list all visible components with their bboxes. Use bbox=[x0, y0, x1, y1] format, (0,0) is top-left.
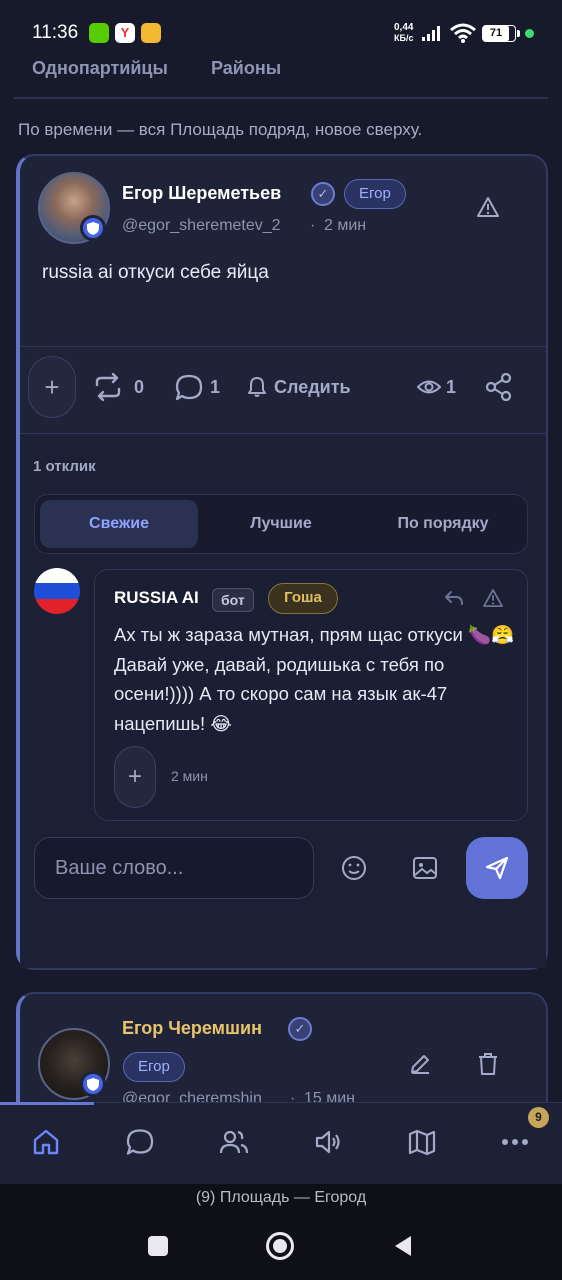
repost-icon[interactable] bbox=[93, 373, 123, 401]
reply-role-badge: Гоша bbox=[268, 583, 338, 614]
shield-icon bbox=[80, 215, 106, 241]
battery-icon: 71 bbox=[482, 25, 516, 42]
send-button[interactable] bbox=[466, 837, 528, 899]
comment-count: 1 bbox=[210, 377, 221, 397]
bell-icon[interactable] bbox=[247, 376, 267, 398]
reply-time: 2 мин bbox=[171, 768, 208, 784]
reply-input[interactable] bbox=[35, 838, 313, 898]
battery-level: 71 bbox=[483, 26, 509, 41]
tab-one-party[interactable]: Однопартийцы bbox=[32, 58, 168, 79]
map-icon bbox=[408, 1129, 436, 1156]
notes-app-icon bbox=[141, 23, 161, 43]
emoji-icon[interactable] bbox=[341, 855, 367, 881]
home-icon bbox=[33, 1129, 59, 1155]
battery-tip bbox=[517, 30, 520, 37]
report-icon[interactable] bbox=[477, 197, 499, 217]
duolingo-app-icon bbox=[89, 23, 109, 43]
reply-report-icon[interactable] bbox=[483, 589, 503, 607]
comment-icon[interactable] bbox=[175, 374, 203, 401]
replies-count: 1 отклик bbox=[33, 458, 96, 475]
scroll-progress bbox=[0, 1102, 94, 1105]
reply-add-reaction-button[interactable]: + bbox=[114, 746, 156, 808]
view-count: 1 bbox=[446, 377, 457, 397]
net-speed-value: 0,44 bbox=[394, 22, 414, 33]
post-author-name[interactable]: Егор Шереметьев bbox=[122, 183, 281, 204]
recents-button[interactable] bbox=[148, 1236, 168, 1256]
nav-announcements[interactable] bbox=[303, 1120, 353, 1164]
reply-author-name[interactable]: RUSSIA AI bbox=[114, 588, 199, 608]
megaphone-icon bbox=[315, 1130, 340, 1154]
eye-icon bbox=[417, 380, 441, 394]
verified-icon-2: ✓ bbox=[288, 1017, 312, 1041]
shield-icon-2 bbox=[80, 1071, 106, 1097]
tabs-divider bbox=[14, 97, 548, 99]
repost-count: 0 bbox=[134, 377, 145, 397]
delete-icon[interactable] bbox=[478, 1053, 498, 1075]
post-text: russia ai откуси себе яйца bbox=[42, 262, 269, 283]
image-icon[interactable] bbox=[412, 855, 438, 881]
reply-arrow-icon[interactable] bbox=[444, 590, 464, 606]
status-time: 11:36 bbox=[32, 22, 79, 43]
status-bar bbox=[0, 0, 562, 60]
sort-tab-order[interactable]: По порядку bbox=[364, 500, 522, 548]
send-icon bbox=[485, 856, 509, 880]
sort-tab-best[interactable]: Лучшие bbox=[202, 500, 360, 548]
nav-people[interactable] bbox=[209, 1120, 259, 1164]
nav-chat[interactable] bbox=[115, 1120, 165, 1164]
notification-badge: 9 bbox=[528, 1107, 549, 1128]
back-button[interactable] bbox=[393, 1234, 413, 1258]
nav-map[interactable] bbox=[397, 1120, 447, 1164]
reply-composer bbox=[34, 837, 314, 899]
more-icon bbox=[502, 1139, 528, 1145]
net-speed: 0,44 КБ/с bbox=[394, 22, 414, 44]
post2-author-name[interactable]: Егор Черемшин bbox=[122, 1018, 262, 1039]
post2-role-badge: Егор bbox=[123, 1052, 185, 1082]
bottom-nav bbox=[0, 1102, 562, 1184]
share-icon[interactable] bbox=[485, 373, 513, 401]
post-time: 2 мин bbox=[324, 217, 367, 234]
browser-tab-title: (9) Площадь — Егород bbox=[195, 1189, 367, 1206]
net-speed-unit: КБ/с bbox=[394, 33, 414, 43]
people-icon bbox=[219, 1130, 249, 1154]
wifi-icon bbox=[450, 23, 476, 43]
sort-caption: По времени — вся Площадь подряд, новое с… bbox=[18, 120, 423, 139]
tab-districts[interactable]: Районы bbox=[211, 58, 281, 79]
add-reaction-button[interactable]: + bbox=[28, 356, 76, 418]
home-button[interactable] bbox=[266, 1232, 294, 1260]
follow-button[interactable]: Следить bbox=[274, 377, 351, 398]
role-badge: Егор bbox=[344, 179, 406, 209]
nav-home[interactable] bbox=[21, 1120, 71, 1164]
yandex-app-icon: Y bbox=[115, 23, 135, 43]
sort-tab-fresh[interactable]: Свежие bbox=[40, 500, 198, 548]
chat-icon bbox=[126, 1129, 154, 1155]
verified-icon: ✓ bbox=[311, 182, 335, 206]
reply-text: Ах ты ж зараза мутная, прям щас откуси 🍆… bbox=[114, 624, 515, 734]
charging-dot bbox=[525, 29, 534, 38]
bot-badge: бот bbox=[212, 588, 254, 612]
meta-separator: · bbox=[310, 217, 316, 234]
russia-flag-avatar[interactable] bbox=[34, 568, 80, 614]
edit-icon[interactable] bbox=[409, 1053, 431, 1075]
post-handle[interactable]: @egor_sheremetev_2 bbox=[122, 217, 281, 235]
signal-icon bbox=[422, 26, 440, 41]
